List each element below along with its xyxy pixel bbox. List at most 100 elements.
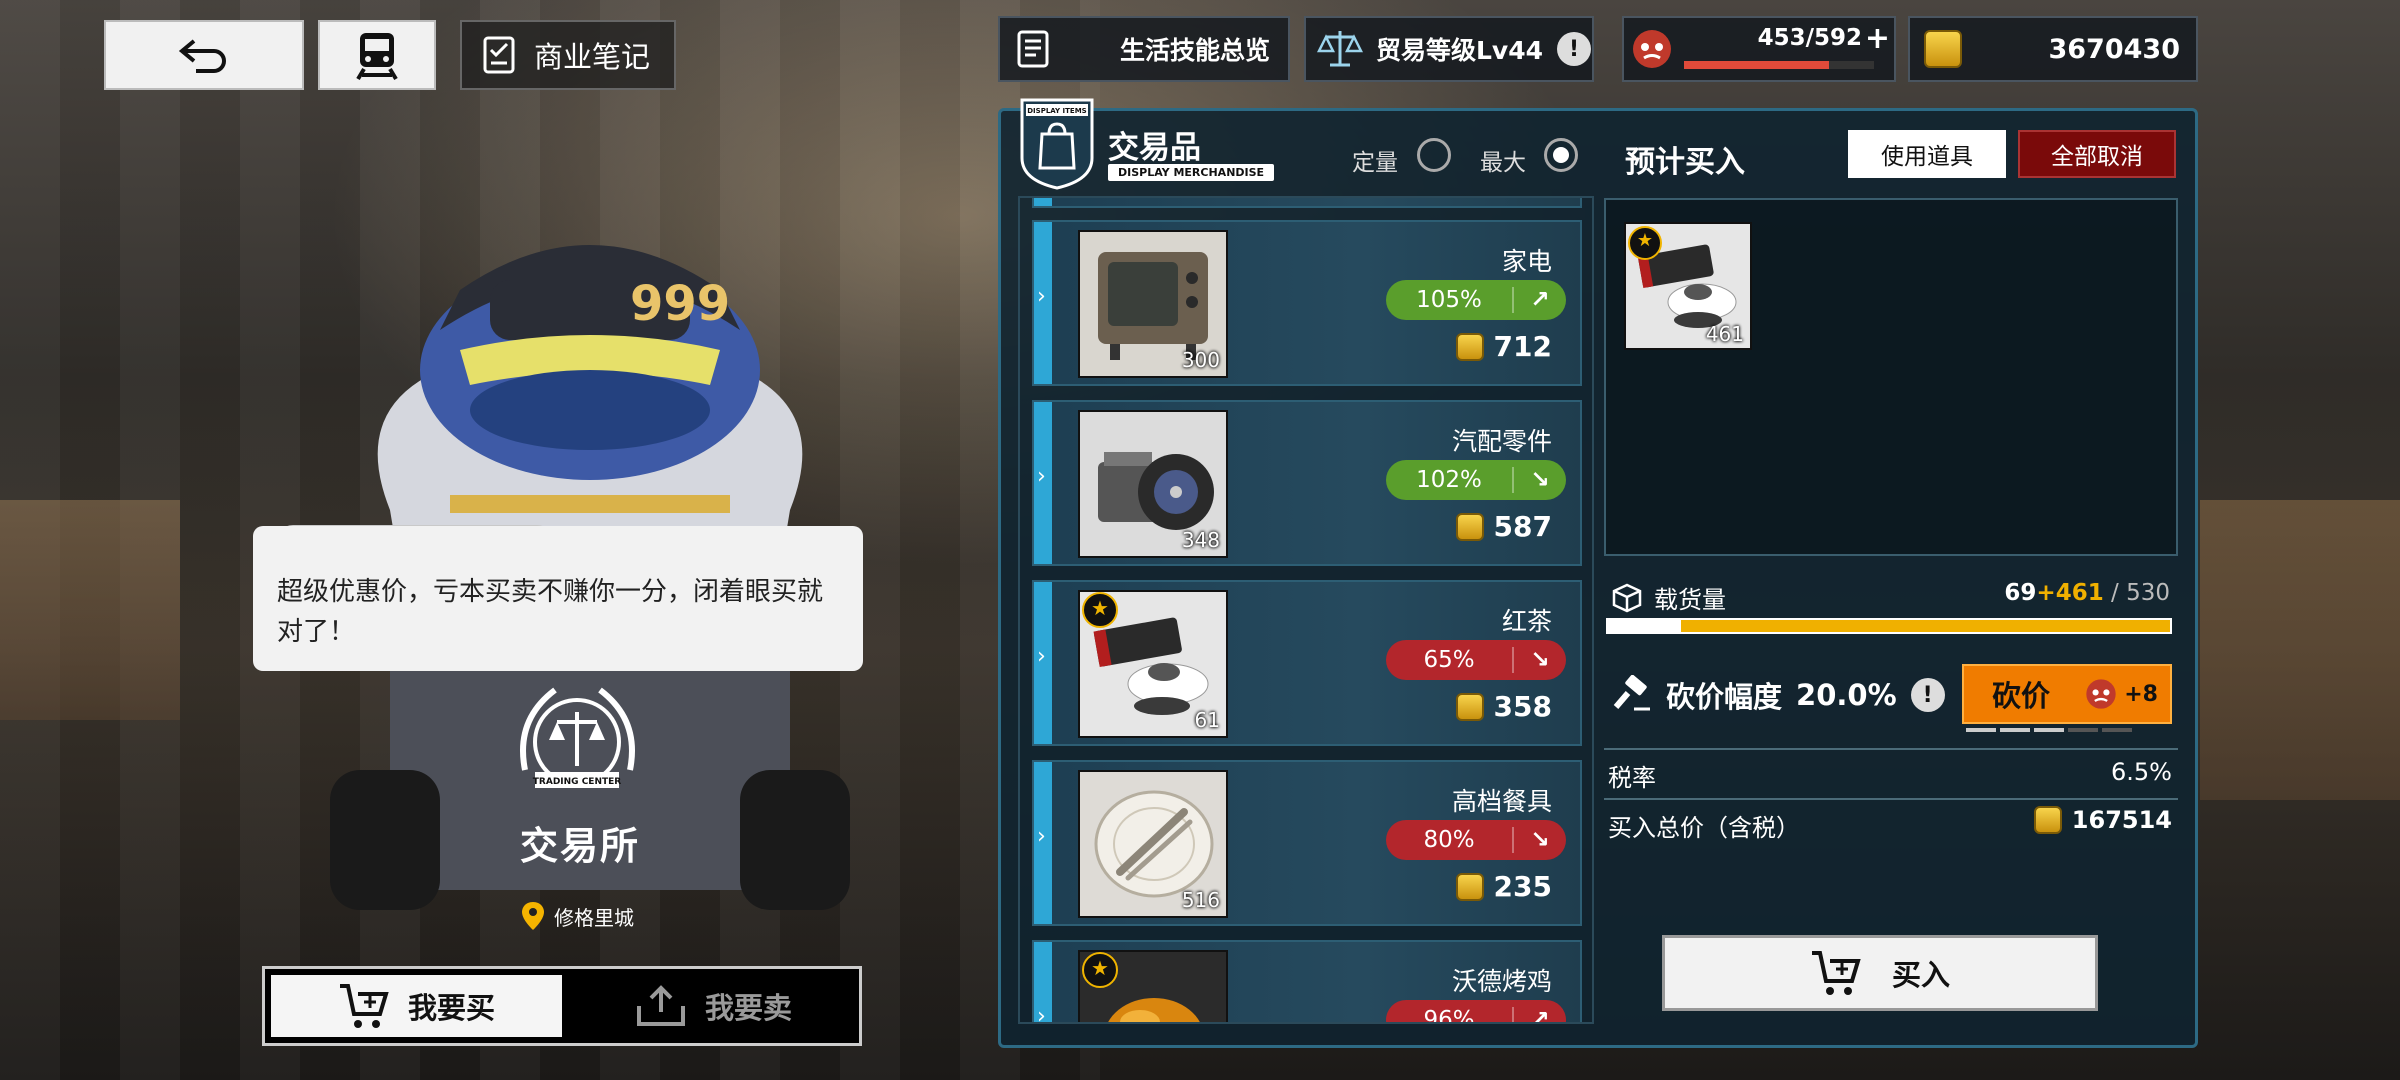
- bargain-attempt-1: [1966, 728, 1996, 732]
- merchandise-list[interactable]: 300 家电 105% ↗ 712 348 汽配零件 102% ↘ 587 61 ★ 红茶 65% ↘ 358…: [1018, 196, 1594, 1024]
- merchandise-shield-icon: DISPLAY ITEMS: [1020, 98, 1094, 190]
- radio-max-label: 最大: [1480, 150, 1526, 176]
- planned-items-box: ★ 461: [1604, 198, 2178, 556]
- item-stock-qty: 61: [1194, 708, 1220, 732]
- merch-icon-label: DISPLAY ITEMS: [1027, 107, 1086, 115]
- emblem-text: TRADING CENTER: [533, 777, 621, 787]
- location-name: 修格里城: [554, 905, 634, 930]
- location-pin-icon: [522, 902, 544, 930]
- trend-arrow-icon: ↗: [1512, 287, 1566, 313]
- gold-coin-icon: [1924, 30, 1962, 68]
- location: 修格里城: [520, 900, 634, 932]
- life-skill-label: 生活技能总览: [1119, 36, 1270, 65]
- gold-coin-icon: [1455, 512, 1484, 541]
- background-crates-left: [0, 500, 180, 720]
- star-icon: ★: [1082, 592, 1118, 628]
- cargo-label: 载货量: [1654, 586, 1726, 614]
- item-accent: [1034, 402, 1052, 564]
- bargain-button[interactable]: 砍价 +8: [1962, 664, 2172, 724]
- trend-arrow-icon: ↘: [1512, 827, 1566, 853]
- item-accent: [1034, 222, 1052, 384]
- currency-display: 3670430: [1908, 16, 2198, 82]
- radio-fixed-label: 定量: [1352, 150, 1398, 176]
- total-price: 167514: [2033, 806, 2172, 834]
- item-percent-value: 80%: [1423, 827, 1475, 853]
- divider: [1604, 798, 2178, 800]
- cancel-all-button[interactable]: 全部取消: [2018, 130, 2176, 178]
- bargain-row: 砍价幅度 20.0% !: [1612, 674, 1945, 716]
- list-item[interactable]: 516 高档餐具 80% ↘ 235: [1032, 760, 1582, 926]
- trade-level-info-icon[interactable]: !: [1557, 32, 1592, 66]
- item-price-value: 235: [1493, 870, 1552, 903]
- divider: [1604, 748, 2178, 750]
- buy-sell-toggle: 我要买 我要卖: [262, 966, 862, 1046]
- item-accent: [1034, 762, 1052, 924]
- item-price-percent: 65% ↘: [1386, 640, 1566, 680]
- bargain-button-label: 砍价: [1992, 679, 2051, 713]
- trend-arrow-icon: ↘: [1512, 467, 1566, 493]
- trade-level-button[interactable]: 贸易等级Lv44 !: [1304, 16, 1594, 82]
- item-price: 358: [1455, 690, 1552, 723]
- cube-icon: [1612, 583, 1642, 612]
- tab-buy[interactable]: 我要买: [271, 975, 562, 1037]
- cargo-capacity: 530: [2126, 580, 2170, 606]
- trend-arrow-icon: ↘: [1512, 647, 1566, 673]
- trade-level-label: 贸易等级Lv44: [1376, 36, 1544, 65]
- background-crates-right: [2200, 500, 2400, 800]
- list-item[interactable]: 348 汽配零件 102% ↘ 587: [1032, 400, 1582, 566]
- bargain-cost: +8: [2084, 677, 2158, 711]
- item-price-percent: 80% ↘: [1386, 820, 1566, 860]
- stamina-value: 453/592: [1757, 25, 1862, 51]
- buy-button[interactable]: 买入: [1662, 935, 2098, 1011]
- item-price-percent: 102% ↘: [1386, 460, 1566, 500]
- cargo-current: 69: [2004, 580, 2037, 606]
- bargain-attempt-3: [2034, 728, 2064, 732]
- item-percent-value: 105%: [1416, 287, 1482, 313]
- business-notes-button[interactable]: 商业笔记: [460, 20, 676, 90]
- planned-item-tea[interactable]: ★ 461: [1624, 222, 1752, 350]
- stamina-bar: [1684, 61, 1874, 69]
- item-price-percent: 96% ↗: [1386, 1000, 1566, 1024]
- radio-fixed[interactable]: [1417, 138, 1451, 172]
- tab-sell[interactable]: 我要卖: [568, 969, 859, 1043]
- stamina-display: 453/592 +: [1622, 16, 1896, 82]
- stamina-bar-fill: [1684, 61, 1830, 69]
- notebook-icon: [483, 36, 515, 74]
- stamina-face-icon: [1633, 30, 1671, 68]
- item-price: 712: [1455, 330, 1552, 363]
- item-percent-value: 96%: [1423, 1007, 1475, 1024]
- cargo-bar-current: [1608, 620, 1682, 632]
- total-value: 167514: [2071, 806, 2172, 834]
- back-button[interactable]: [104, 20, 304, 90]
- tax-label: 税率: [1608, 764, 1656, 792]
- item-name: 高档餐具: [1451, 787, 1552, 816]
- train-button[interactable]: [318, 20, 436, 90]
- cargo-label-row: 载货量: [1612, 580, 1726, 615]
- item-price-value: 358: [1493, 690, 1552, 723]
- hammer-icon: [1613, 675, 1650, 711]
- radio-max[interactable]: [1544, 138, 1578, 172]
- dialogue-text: 超级优惠价，亏本买卖不赚你一分，闭着眼买就对了！: [277, 577, 824, 647]
- buy-button-label: 买入: [1891, 958, 1950, 992]
- cargo-value: 69+461 / 530: [2004, 580, 2170, 606]
- bargain-label: 砍价幅度: [1666, 680, 1783, 714]
- trend-arrow-icon: ↗: [1512, 1007, 1566, 1022]
- stamina-add-button[interactable]: +: [1865, 21, 1890, 56]
- item-name: 家电: [1501, 247, 1552, 276]
- list-item[interactable]: 300 家电 105% ↗ 712: [1032, 220, 1582, 386]
- tax-value: 6.5%: [2111, 758, 2172, 786]
- bargain-info-icon[interactable]: !: [1910, 678, 1945, 712]
- item-thumbnail: 300: [1078, 230, 1228, 378]
- item-name: 红茶: [1501, 607, 1552, 636]
- list-item[interactable]: ★ 沃德烤鸡 96% ↗: [1032, 940, 1582, 1024]
- bargain-attempt-4: [2068, 728, 2098, 732]
- list-item-partial[interactable]: [1032, 198, 1582, 247]
- life-skill-overview-button[interactable]: 生活技能总览: [998, 16, 1290, 82]
- dialogue-box[interactable]: 超级优惠价，亏本买卖不赚你一分，闭着眼买就对了！: [253, 526, 863, 671]
- bargain-cost-value: +8: [2124, 681, 2158, 707]
- upload-tray-icon: [636, 985, 685, 1026]
- use-item-button[interactable]: 使用道具: [1848, 130, 2006, 178]
- cart-icon: [339, 984, 389, 1028]
- list-item[interactable]: 61 ★ 红茶 65% ↘ 358: [1032, 580, 1582, 746]
- cargo-bar-added: [1681, 620, 2170, 632]
